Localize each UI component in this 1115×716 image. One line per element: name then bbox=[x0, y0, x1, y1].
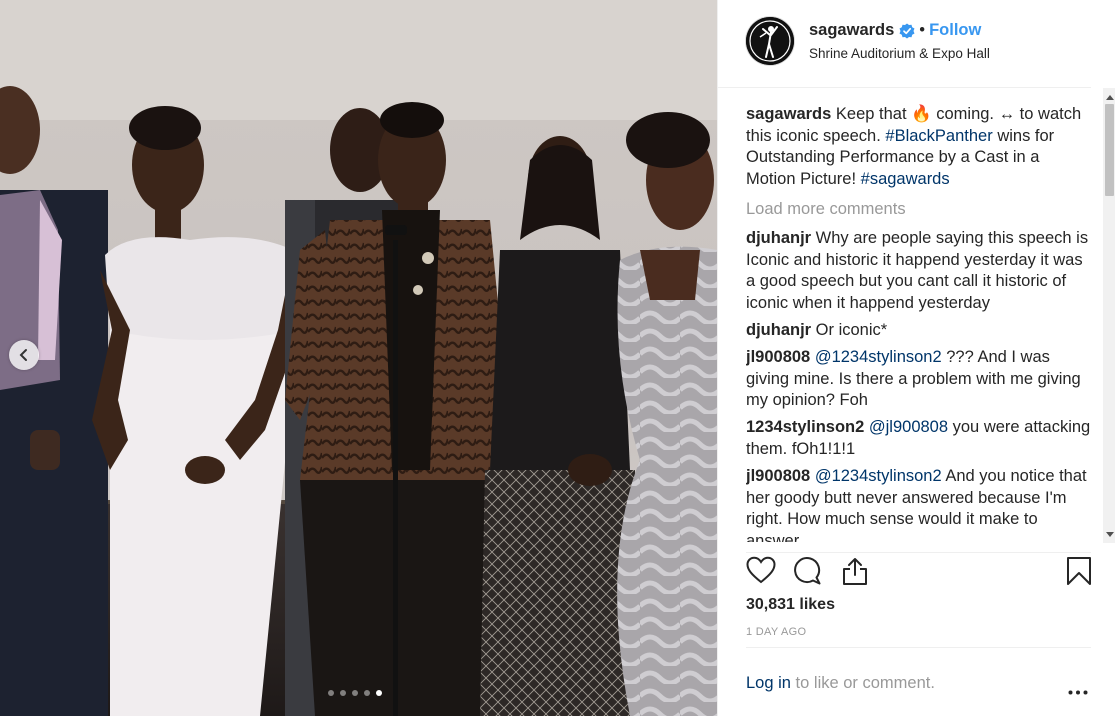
comment-mention[interactable]: @1234stylinson2 bbox=[810, 467, 942, 485]
header-separator: • bbox=[919, 21, 926, 39]
comment-mention[interactable]: @1234stylinson2 bbox=[810, 348, 942, 366]
comment-username[interactable]: 1234stylinson2 bbox=[746, 418, 864, 436]
comment: djuhanjr Why are people saying this spee… bbox=[746, 228, 1091, 314]
load-more-comments-button[interactable]: Load more comments bbox=[746, 199, 1091, 221]
comment: 1234stylinson2 @jl900808 you were attack… bbox=[746, 417, 1091, 460]
carousel-dot bbox=[352, 690, 358, 696]
share-icon[interactable] bbox=[841, 556, 869, 591]
comment: jl900808 @1234stylinson2 And you notice … bbox=[746, 466, 1091, 542]
post-media[interactable] bbox=[0, 0, 717, 716]
post-side-panel: sagawards • Follow Shrine Auditorium & E… bbox=[717, 0, 1115, 716]
caption-text: Keep that bbox=[831, 105, 912, 123]
comment: jl900808 @1234stylinson2 ??? And I was g… bbox=[746, 347, 1091, 412]
comment-username[interactable]: jl900808 bbox=[746, 467, 810, 485]
sag-actor-logo bbox=[746, 17, 794, 65]
fire-emoji: 🔥 bbox=[911, 105, 932, 123]
carousel-dot bbox=[364, 690, 370, 696]
post-actions-bar bbox=[746, 552, 1091, 588]
caption-username[interactable]: sagawards bbox=[746, 105, 831, 123]
comment: djuhanjr Or iconic* bbox=[746, 320, 1091, 342]
post-header: sagawards • Follow Shrine Auditorium & E… bbox=[718, 0, 1091, 88]
comment-mention[interactable]: @jl900808 bbox=[864, 418, 948, 436]
post-photo bbox=[0, 0, 717, 716]
post-username[interactable]: sagawards bbox=[809, 21, 894, 40]
comments-scrollbar[interactable] bbox=[1103, 88, 1115, 543]
chevron-left-icon bbox=[19, 349, 27, 361]
scroll-up-arrow-icon[interactable] bbox=[1103, 90, 1115, 103]
post-caption: sagawards Keep that 🔥 coming. ↔ to watch… bbox=[746, 104, 1091, 190]
carousel-dot-active bbox=[376, 690, 382, 696]
bookmark-icon[interactable] bbox=[1066, 556, 1092, 591]
comment-username[interactable]: djuhanjr bbox=[746, 321, 811, 339]
scroll-down-arrow-icon[interactable] bbox=[1103, 528, 1115, 541]
comment-username[interactable]: djuhanjr bbox=[746, 229, 811, 247]
comment-text: Or iconic* bbox=[811, 320, 888, 339]
comment-icon[interactable] bbox=[792, 556, 822, 591]
more-options-icon[interactable] bbox=[1068, 682, 1088, 700]
carousel-indicator bbox=[328, 690, 382, 696]
hashtag-link[interactable]: #sagawards bbox=[861, 170, 950, 188]
carousel-dot bbox=[340, 690, 346, 696]
login-link[interactable]: Log in bbox=[746, 674, 791, 692]
comment-username[interactable]: jl900808 bbox=[746, 348, 810, 366]
heart-icon[interactable] bbox=[746, 556, 776, 589]
hashtag-link[interactable]: #BlackPanther bbox=[885, 127, 992, 145]
comments-list[interactable]: sagawards Keep that 🔥 coming. ↔ to watch… bbox=[746, 104, 1091, 542]
carousel-prev-button[interactable] bbox=[9, 340, 39, 370]
post-timestamp[interactable]: 1 DAY AGO bbox=[746, 626, 806, 638]
post-location[interactable]: Shrine Auditorium & Expo Hall bbox=[809, 46, 990, 61]
avatar[interactable] bbox=[746, 17, 794, 65]
scrollbar-thumb[interactable] bbox=[1105, 104, 1114, 196]
login-prompt: Log in to like or comment. bbox=[746, 647, 1091, 716]
verified-badge-icon bbox=[899, 23, 915, 39]
login-prompt-text: to like or comment. bbox=[790, 674, 935, 692]
follow-button[interactable]: Follow bbox=[929, 21, 981, 40]
carousel-dot bbox=[328, 690, 334, 696]
like-count[interactable]: 30,831 likes bbox=[746, 596, 835, 614]
